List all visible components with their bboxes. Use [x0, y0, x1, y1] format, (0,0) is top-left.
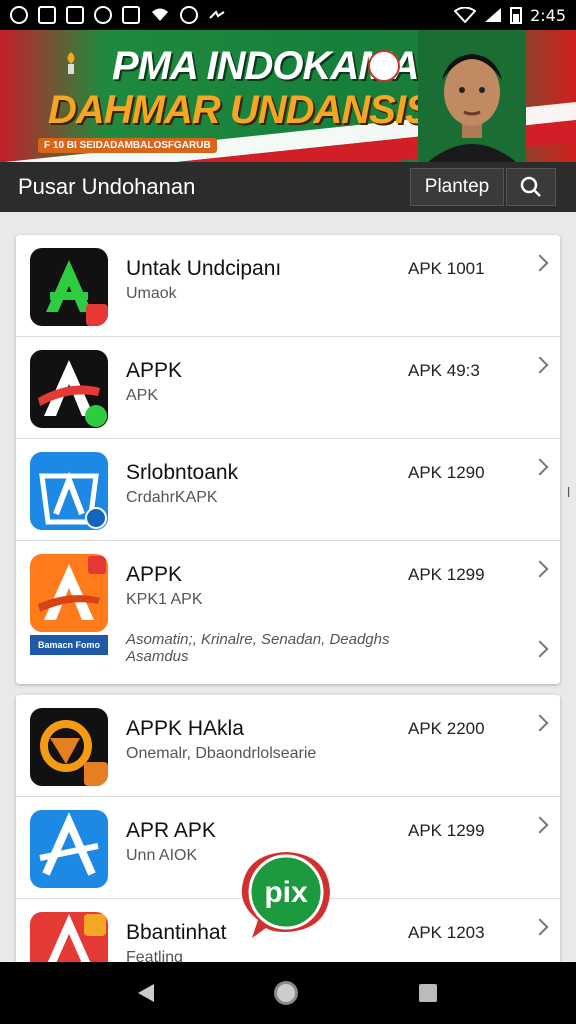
image-icon — [66, 6, 84, 24]
app-list-card: Untak Undcipanı Umaok APK 1001 APPK APK … — [16, 235, 560, 684]
chevron-right-icon — [531, 816, 549, 834]
page-title: Pusar Undohanan — [18, 174, 196, 199]
home-icon[interactable] — [274, 981, 298, 1005]
app-title: APPK — [126, 563, 183, 586]
list-item[interactable]: APPK HAkla Onemalr, Dbaondrlolsearie APK… — [16, 695, 560, 797]
chevron-right-icon — [531, 714, 549, 732]
fab-label: pix — [264, 876, 308, 909]
app-version: APK 49:3 — [408, 361, 480, 380]
status-right: 2:45 — [454, 6, 566, 25]
chevron-right-icon — [531, 356, 549, 374]
app-toolbar: Pusar Undohanan Plantep — [0, 162, 576, 212]
chevron-right-icon — [531, 458, 549, 476]
app-tags: Asomatin;, Krinalre, Senadan, Deadghs As… — [126, 631, 390, 665]
app-subtitle: Unn AIOK — [126, 847, 198, 864]
back-icon[interactable] — [136, 982, 156, 1004]
filter-button[interactable]: Plantep — [410, 168, 504, 206]
app-version: APK 1299 — [408, 821, 485, 840]
notification-icon — [10, 6, 28, 24]
scroll-indicator: ˡ — [567, 485, 571, 507]
app-subtitle: KPK1 APK — [126, 591, 203, 608]
app-icon — [30, 554, 108, 632]
shield-icon — [122, 6, 140, 24]
app-icon — [30, 708, 108, 786]
chat-fab[interactable]: pix — [232, 846, 338, 952]
recents-icon[interactable] — [419, 984, 437, 1002]
chevron-right-icon — [531, 560, 549, 578]
banner-title-secondary: DAHMAR UNDANSIS — [48, 88, 432, 132]
app-icon — [30, 810, 108, 888]
status-left-icons — [10, 6, 226, 24]
wifi-icon — [152, 8, 168, 21]
search-icon — [520, 176, 541, 197]
list-item[interactable]: Srlobntoank CrdahrKAPK APK 1290 — [16, 439, 560, 541]
app-title: APR APK — [126, 819, 216, 842]
app-icon — [30, 452, 108, 530]
app-version: APK 1299 — [408, 565, 485, 584]
app-version: APK 2200 — [408, 719, 485, 738]
app-icon — [30, 350, 108, 428]
app-version: APK 1203 — [408, 923, 485, 942]
torch-icon — [67, 52, 75, 74]
battery-icon — [510, 7, 523, 24]
clock: 2:45 — [530, 5, 566, 25]
list-item[interactable]: Untak Undcipanı Umaok APK 1001 — [16, 235, 560, 337]
search-button[interactable] — [506, 168, 556, 206]
app-title: Untak Undcipanı — [126, 257, 282, 280]
app-title: Bbantinhat — [126, 921, 227, 944]
app-subtitle: Umaok — [126, 285, 177, 302]
app-version: APK 1001 — [408, 259, 485, 278]
person-portrait — [418, 30, 526, 162]
chevron-right-icon[interactable] — [531, 640, 549, 658]
system-nav-bar — [0, 962, 576, 1024]
list-item-expanded[interactable]: Bamacn Fomo APPK KPK1 APK APK 1299 Asoma… — [16, 541, 560, 684]
chevron-right-icon — [531, 918, 549, 936]
app-subtitle: APK — [126, 387, 159, 404]
status-bar: 2:45 — [0, 0, 576, 30]
app-icon — [30, 248, 108, 326]
app-version: APK 1290 — [408, 463, 485, 482]
app-title: APPK — [126, 359, 183, 382]
settings-icon — [180, 6, 198, 24]
signal-icon — [485, 8, 502, 22]
promo-ribbon: Bamacn Fomo — [30, 635, 108, 655]
app-subtitle: CrdahrKAPK — [126, 489, 218, 506]
app-title: APPK HAkla — [126, 717, 244, 740]
banner-subtitle: F 10 BI SEIDADAMBALOSFGARUB — [38, 138, 217, 153]
app-icon — [30, 912, 108, 967]
emblem-icon — [368, 50, 400, 82]
app-subtitle: Onemalr, Dbaondrlolsearie — [126, 745, 317, 762]
promo-banner[interactable]: PMA INDOKAMA DAHMAR UNDANSIS F 10 BI SEI… — [0, 30, 576, 162]
sync-icon — [94, 6, 112, 24]
app-title: Srlobntoank — [126, 461, 239, 484]
list-item[interactable]: APPK APK APK 49:3 — [16, 337, 560, 439]
more-icon — [209, 10, 225, 19]
wifi-icon — [454, 7, 477, 23]
chevron-right-icon — [531, 254, 549, 272]
square-icon — [38, 6, 56, 24]
